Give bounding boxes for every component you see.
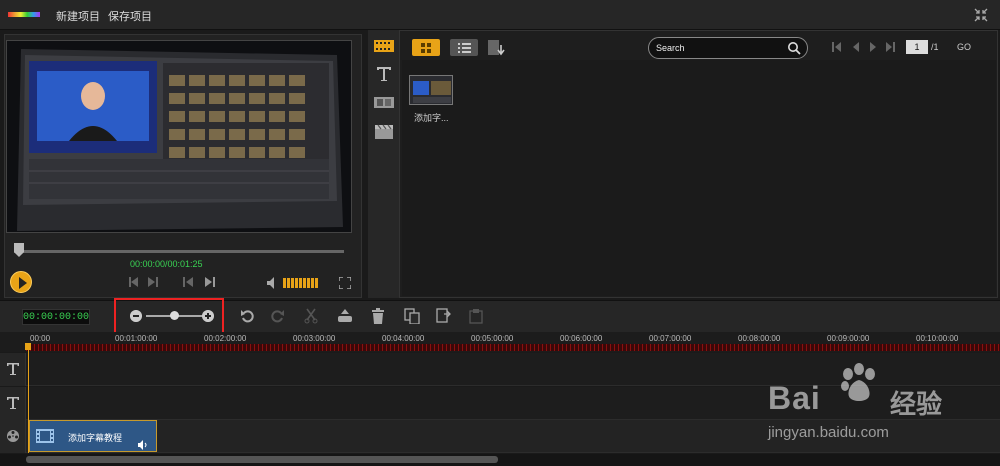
- next-page-icon[interactable]: [868, 42, 878, 52]
- media-thumbnail-image: [410, 76, 452, 104]
- redo-icon[interactable]: [269, 308, 285, 324]
- go-to-start-icon[interactable]: [182, 277, 194, 287]
- ruler-label: 00:06:00:00: [560, 334, 603, 343]
- first-page-icon[interactable]: [832, 42, 842, 52]
- prev-page-icon[interactable]: [851, 42, 861, 52]
- text-track-icon: [7, 397, 19, 409]
- import-media-icon[interactable]: [487, 39, 507, 57]
- video-clip-icon: [36, 429, 54, 443]
- baidu-paw-icon: [841, 363, 875, 401]
- transition-tab-icon[interactable]: [374, 94, 394, 110]
- media-thumbnail-label: 添加字...: [414, 113, 449, 123]
- clip-label: 添加字幕教程: [68, 433, 123, 443]
- go-button[interactable]: GO: [957, 42, 971, 52]
- page-total: /1: [931, 42, 939, 52]
- volume-bar: [311, 278, 314, 288]
- search-placeholder: Search: [656, 43, 685, 53]
- app-logo: [8, 12, 40, 17]
- restore-window-icon[interactable]: [974, 8, 988, 22]
- volume-bar: [287, 278, 290, 288]
- zoom-in-icon[interactable]: [202, 310, 214, 322]
- grid-view-button[interactable]: [412, 39, 440, 56]
- ruler-label: 00:01:00:00: [115, 334, 158, 343]
- film-reel-icon: [7, 430, 19, 442]
- zoom-slider-handle[interactable]: [169, 311, 179, 320]
- prev-frame-icon[interactable]: [128, 277, 140, 287]
- ruler-label: 00:10:00:00: [916, 334, 959, 343]
- clip-audio-icon: [138, 440, 147, 450]
- copy-icon[interactable]: [404, 308, 420, 324]
- replace-icon[interactable]: [436, 308, 452, 324]
- split-icon[interactable]: [337, 308, 353, 324]
- preview-video: [6, 40, 352, 233]
- text-tab-icon[interactable]: [374, 66, 394, 82]
- undo-icon[interactable]: [240, 308, 256, 324]
- ruler-label: 00:09:00:00: [827, 334, 870, 343]
- play-button[interactable]: [10, 271, 32, 293]
- volume-bar: [299, 278, 302, 288]
- timeline-current-time: 00:00:00:00: [22, 309, 90, 325]
- ruler-label: 00:02:00:00: [204, 334, 247, 343]
- volume-level-meter[interactable]: [283, 278, 323, 288]
- playhead-handle[interactable]: [25, 343, 31, 350]
- ruler-ticks: [26, 344, 1000, 351]
- search-icon[interactable]: [787, 41, 801, 55]
- volume-icon[interactable]: [267, 277, 277, 289]
- seek-bar[interactable]: [14, 250, 344, 253]
- preview-video-frame: [7, 41, 351, 232]
- list-view-button[interactable]: [450, 39, 478, 56]
- playhead-line: [28, 350, 29, 453]
- ruler-label: 00:05:00:00: [471, 334, 514, 343]
- text-track-icon: [7, 363, 19, 375]
- go-to-end-icon[interactable]: [204, 277, 216, 287]
- fullscreen-icon[interactable]: [339, 277, 351, 289]
- volume-bar: [303, 278, 306, 288]
- ruler-label: 00:03:00:00: [293, 334, 336, 343]
- ruler-label: 00:08:00:00: [738, 334, 781, 343]
- volume-bar: [283, 278, 286, 288]
- grid-view-icon: [421, 43, 431, 53]
- last-page-icon[interactable]: [885, 42, 895, 52]
- media-thumbnail[interactable]: [409, 75, 453, 105]
- media-library-tab-icon[interactable]: [374, 38, 394, 54]
- timeline-scroll-thumb[interactable]: [26, 456, 498, 463]
- zoom-out-icon[interactable]: [130, 310, 142, 322]
- volume-bar: [315, 278, 318, 288]
- volume-bar: [307, 278, 310, 288]
- ruler-label: 00:07:00:00: [649, 334, 692, 343]
- page-number-input[interactable]: 1: [906, 40, 928, 54]
- list-view-icon: [458, 43, 471, 53]
- paste-icon[interactable]: [468, 308, 484, 324]
- library-content: [402, 60, 996, 296]
- clapper-tab-icon[interactable]: [374, 124, 394, 140]
- watermark-logo-text: Bai: [768, 380, 821, 416]
- menu-save-project[interactable]: 保存项目: [108, 8, 152, 24]
- delete-icon[interactable]: [370, 308, 386, 324]
- cut-icon[interactable]: [303, 308, 319, 324]
- watermark-sub-text: 经验: [890, 389, 943, 419]
- volume-bar: [295, 278, 298, 288]
- ruler-label: 00:04:00:00: [382, 334, 425, 343]
- preview-timecode: 00:00:00/00:01:25: [130, 259, 203, 269]
- volume-bar: [291, 278, 294, 288]
- menu-new-project[interactable]: 新建项目: [56, 8, 100, 24]
- ruler-label: 00:00: [30, 334, 51, 343]
- next-frame-icon[interactable]: [146, 277, 158, 287]
- watermark-url: jingyan.baidu.com: [768, 424, 889, 441]
